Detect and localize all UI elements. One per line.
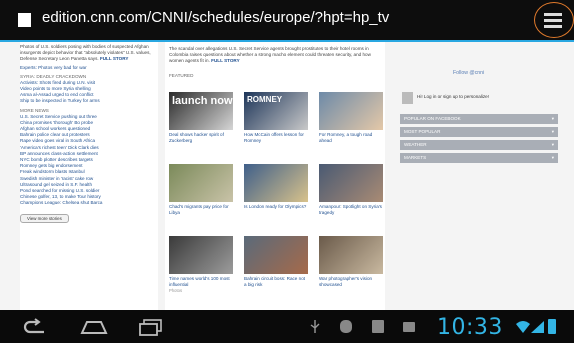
featured-heading: FEATURED [169,72,194,78]
featured-tile[interactable]: War photographer's vision showcased [319,236,383,287]
featured-tile[interactable]: ROMNEY How McCain offers lesson for Romne… [244,92,308,143]
gallery-icon [372,320,384,333]
follow-link[interactable]: Follow @cnni [453,70,484,76]
highlight-circle [534,2,574,38]
signal-icon [531,321,544,333]
section-heading: MORE NEWS [20,107,49,113]
featured-caption[interactable]: War photographer's vision showcased [319,276,383,287]
featured-tile[interactable]: Chad's migrants pay price for Libya [169,164,233,215]
lead-text: The scandal over allegations U.S. Secret… [169,46,371,64]
featured-photo[interactable]: ROMNEY [244,92,308,130]
list-item[interactable]: Champions League: Chelsea shut Barca [20,200,158,206]
menu-markets[interactable]: MARKETS ▾ [400,153,558,163]
system-bar: 10:33 [0,310,574,343]
view-more-button[interactable]: View more stories [20,213,69,223]
menu-label: WEATHER [404,142,427,147]
section-heading: SYRIA: DEADLY CRACKDOWN [20,73,87,79]
featured-caption[interactable]: Deal shows hacker spirit of Zuckerberg [169,132,233,143]
featured-caption[interactable]: For Romney, a tough road ahead [319,132,383,143]
featured-photo[interactable] [244,236,308,274]
sidebar: Follow @cnni Hi! Log in or sign up to pe… [398,42,560,310]
featured-tile[interactable]: launch now Deal shows hacker spirit of Zu… [169,92,233,143]
featured-caption[interactable]: Bahrain circuit boss: Race not a big ris… [244,276,308,287]
list-item[interactable]: Experts: Photos very bad for war [20,65,158,71]
menu-label: MOST POPULAR [404,129,441,134]
featured-photo[interactable] [169,164,233,202]
login-prompt[interactable]: Hi! Log in or sign up to personalize! [417,94,489,99]
clock: 10:33 [437,315,503,340]
news-column: Photos of U.S. soldiers posing with bodi… [20,42,158,310]
photo-overlay-text: launch now [172,95,233,107]
menu-label: POPULAR ON FACEBOOK [404,116,461,121]
featured-tile[interactable]: Is London ready for Olympics? [244,164,308,210]
featured-photo[interactable] [319,164,383,202]
chevron-down-icon: ▾ [551,142,554,147]
featured-photo[interactable] [319,92,383,130]
browser-toolbar: edition.cnn.com/CNNI/schedules/europe/?h… [0,0,574,40]
featured-photo[interactable] [319,236,383,274]
full-story-link[interactable]: FULL STORY [211,58,240,63]
featured-photo[interactable] [244,164,308,202]
featured-tile[interactable]: For Romney, a tough road ahead [319,92,383,143]
featured-tile[interactable]: Amanpour: Spotlight on Syria's tragedy [319,164,383,215]
featured-caption[interactable]: Time names world's 100 most influential [169,276,233,287]
featured-caption[interactable]: Chad's migrants pay price for Libya [169,204,233,215]
list-item[interactable]: Ship to be inspected in Turkey for arms [20,98,158,104]
featured-tile[interactable]: Bahrain circuit boss: Race not a big ris… [244,236,308,287]
chevron-down-icon: ▾ [551,116,554,121]
page-icon [18,13,31,27]
battery-icon [548,319,556,334]
featured-caption[interactable]: Amanpour: Spotlight on Syria's tragedy [319,204,383,215]
url-bar[interactable]: edition.cnn.com/CNNI/schedules/europe/?h… [42,9,389,26]
featured-column: The scandal over allegations U.S. Secret… [165,42,385,310]
usb-icon [310,320,320,333]
menu-most-popular[interactable]: MOST POPULAR ▾ [400,127,558,137]
photo-overlay-text: ROMNEY [247,95,283,104]
login-box: Hi! Log in or sign up to personalize! [400,92,560,106]
featured-caption[interactable]: How McCain offers lesson for Romney [244,132,308,143]
chevron-down-icon: ▾ [551,155,554,160]
menu-weather[interactable]: WEATHER ▾ [400,140,558,150]
web-content: Photos of U.S. soldiers posing with bodi… [0,42,574,310]
featured-photo[interactable]: launch now [169,92,233,130]
home-icon[interactable] [79,318,109,336]
back-icon[interactable] [22,318,48,336]
menu-popular-facebook[interactable]: POPULAR ON FACEBOOK ▾ [400,114,558,124]
chevron-down-icon: ▾ [551,129,554,134]
recent-apps-icon[interactable] [138,318,164,336]
featured-photo[interactable] [169,236,233,274]
wifi-icon [516,321,530,333]
full-story-link[interactable]: FULL STORY [100,56,129,61]
featured-tile[interactable]: Time names world's 100 most influential P… [169,236,233,293]
mail-icon [403,322,415,332]
featured-caption[interactable]: Is London ready for Olympics? [244,204,308,210]
menu-label: MARKETS [404,155,427,160]
avatar-icon [402,92,413,104]
photos-label: Photos [169,288,183,294]
debug-icon [340,320,352,333]
lead-text: Photos of U.S. soldiers posing with bodi… [20,44,151,62]
